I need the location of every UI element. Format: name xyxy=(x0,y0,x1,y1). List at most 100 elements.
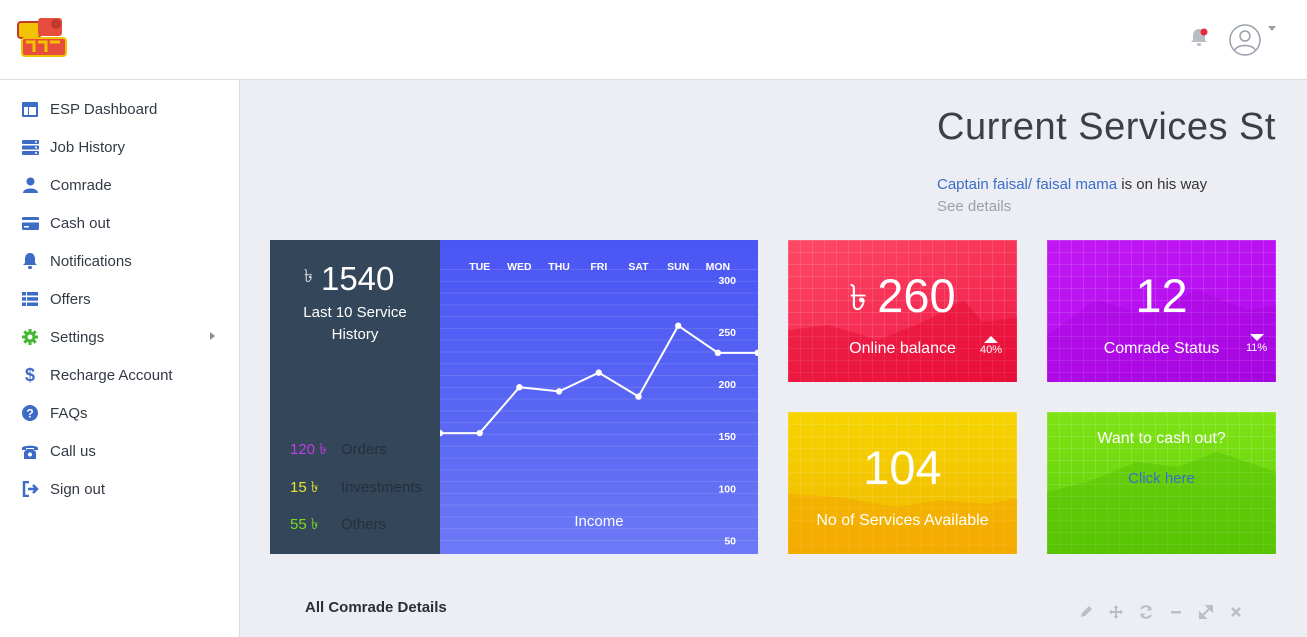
sidebar-item-sign-out[interactable]: Sign out xyxy=(0,470,239,508)
stat-value: 55 ৳ xyxy=(290,516,319,533)
captain-link[interactable]: Captain faisal/ faisal mama xyxy=(937,176,1117,193)
stat-label: Orders xyxy=(341,441,387,458)
x-tick-label: TUE xyxy=(469,261,490,273)
sidebar-item-settings[interactable]: Settings xyxy=(0,318,239,356)
close-icon[interactable] xyxy=(1228,604,1244,620)
sidebar-item-esp-dashboard[interactable]: ESP Dashboard xyxy=(0,90,239,128)
x-tick-label: MON xyxy=(706,261,731,273)
income-data-point xyxy=(714,349,722,357)
x-tick-label: FRI xyxy=(590,261,607,273)
sidebar-item-label: Recharge Account xyxy=(50,366,173,384)
see-details-link[interactable]: See details xyxy=(937,198,1011,215)
x-tick-label: THU xyxy=(548,261,570,273)
y-tick-label: 200 xyxy=(718,379,736,391)
income-chart: TUE WED THU FRI SAT SUN MON 300 250 200 150 100 50 I… xyxy=(440,240,758,554)
stat-orders: 120 ৳ Orders xyxy=(290,438,387,463)
income-data-point xyxy=(595,369,602,376)
stat-label: Investments xyxy=(341,479,422,496)
trend-up-icon xyxy=(984,336,999,343)
sidebar-item-job-history[interactable]: Job History xyxy=(0,128,239,166)
sidebar-item-label: Notifications xyxy=(50,252,132,270)
gear-icon xyxy=(21,328,39,346)
brand-logo-icon[interactable] xyxy=(16,14,70,64)
taka-icon: ৳ xyxy=(849,277,868,318)
income-data-point xyxy=(555,388,563,395)
chevron-right-icon xyxy=(210,332,215,340)
expand-icon[interactable] xyxy=(1198,604,1214,620)
stat-investments: 15 ৳ Investments xyxy=(290,476,422,501)
sidebar-item-offers[interactable]: Offers xyxy=(0,280,239,318)
tile-label: Comrade Status xyxy=(1103,340,1220,357)
server-icon xyxy=(21,138,39,156)
user-avatar-icon[interactable] xyxy=(1228,23,1262,57)
chart-title: Income xyxy=(574,513,624,530)
x-tick-label: WED xyxy=(507,261,532,273)
stat-value: 120 ৳ xyxy=(290,441,327,458)
sidebar-item-notifications[interactable]: Notifications xyxy=(0,242,239,280)
income-data-point xyxy=(440,429,444,437)
sidebar-item-label: ESP Dashboard xyxy=(50,100,158,118)
stat-label: Others xyxy=(341,516,387,533)
sidebar-item-label: Comrade xyxy=(50,176,112,194)
sidebar-item-label: Sign out xyxy=(50,480,106,498)
tile-title: Want to cash out? xyxy=(1097,430,1226,447)
bell-icon xyxy=(21,252,39,270)
sidebar-item-label: Cash out xyxy=(50,214,111,232)
y-tick-label: 50 xyxy=(724,535,736,547)
sidebar-item-label: Settings xyxy=(50,328,105,346)
sidebar-item-label: Job History xyxy=(50,138,126,156)
top-header xyxy=(0,0,1307,80)
question-icon: ? xyxy=(21,404,39,422)
trend-indicator: 40% xyxy=(980,336,1002,356)
sidebar-item-comrade[interactable]: Comrade xyxy=(0,166,239,204)
income-data-point xyxy=(754,349,758,357)
sidebar-item-recharge-account[interactable]: $ Recharge Account xyxy=(0,356,239,394)
taka-icon: ৳ xyxy=(304,266,313,286)
y-tick-label: 250 xyxy=(718,327,736,339)
phone-icon xyxy=(21,442,39,460)
sidebar-item-label: Call us xyxy=(50,442,96,460)
history-subtitle: Last 10 Service History xyxy=(303,304,407,343)
move-icon[interactable] xyxy=(1108,604,1124,620)
edit-icon[interactable] xyxy=(1078,604,1094,620)
status-suffix: is on his way xyxy=(1121,176,1208,193)
stat-value: 15 ৳ xyxy=(290,479,319,496)
income-series-line xyxy=(440,324,758,435)
bell-icon[interactable] xyxy=(1188,26,1210,48)
history-amount-value: 1540 xyxy=(320,260,395,297)
dashboard-icon xyxy=(21,100,39,118)
minimize-icon[interactable] xyxy=(1168,604,1184,620)
income-data-point xyxy=(476,429,483,437)
sidebar-item-label: FAQs xyxy=(50,404,88,422)
sidebar-item-call-us[interactable]: Call us xyxy=(0,432,239,470)
service-status-line: Captain faisal/ faisal mama is on his wa… xyxy=(937,176,1207,193)
page-title: Current Services Status xyxy=(937,106,1276,148)
trend-indicator: 11% xyxy=(1246,334,1267,354)
tile-value: 12 xyxy=(1135,269,1188,322)
income-data-point xyxy=(675,322,682,329)
refresh-icon[interactable] xyxy=(1138,604,1154,620)
sidebar-item-faqs[interactable]: ? FAQs xyxy=(0,394,239,432)
user-icon xyxy=(21,176,39,194)
sidebar: ESP Dashboard Job History Comrade Cash o… xyxy=(0,80,240,637)
chevron-down-icon[interactable] xyxy=(1268,26,1276,31)
x-tick-label: SAT xyxy=(628,261,649,273)
cash-out-link[interactable]: Click here xyxy=(1047,470,1276,487)
svg-text:?: ? xyxy=(26,407,33,421)
tile-label: No of Services Available xyxy=(816,512,989,529)
income-chart-svg: TUE WED THU FRI SAT SUN MON 300 250 200 150 100 50 xyxy=(440,261,758,547)
comrade-status-tile[interactable]: 12 Comrade Status 11% xyxy=(1047,240,1276,382)
sidebar-item-cash-out[interactable]: Cash out xyxy=(0,204,239,242)
sidebar-item-label: Offers xyxy=(50,290,91,308)
income-data-point xyxy=(635,393,642,400)
y-tick-label: 100 xyxy=(718,483,736,495)
online-balance-tile[interactable]: ৳ 260 Online balance 40% xyxy=(788,240,1017,382)
stat-others: 55 ৳ Others xyxy=(290,513,386,538)
sign-out-icon xyxy=(21,480,39,498)
history-summary-panel: ৳ 1540 Last 10 Service History 120 ৳ Order… xyxy=(270,240,440,554)
services-available-tile[interactable]: 104 No of Services Available xyxy=(788,412,1017,554)
tile-value: ৳ 260 xyxy=(849,269,956,322)
y-tick-label: 150 xyxy=(718,431,736,443)
x-tick-label: SUN xyxy=(667,261,689,273)
comrade-details-title: All Comrade Details xyxy=(305,599,447,616)
